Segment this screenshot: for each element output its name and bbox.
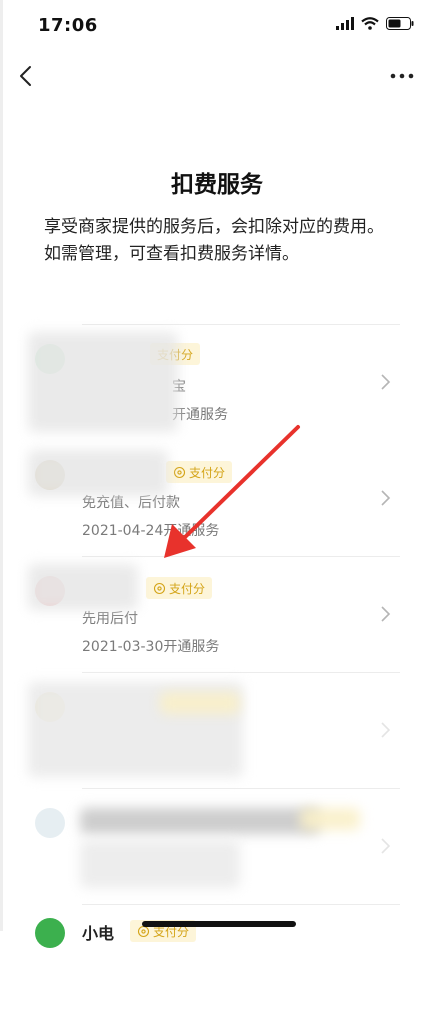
signal-icon [336,17,354,30]
page-title: 扣费服务 [171,172,263,198]
status-bar: 17:06 [0,0,434,50]
status-icons [336,17,414,30]
service-subtitle: 先用后付 [82,611,138,627]
chevron-right-icon [381,838,391,854]
row-divider [82,556,400,557]
pay-score-badge: 支付分 [146,577,213,599]
nav-bar [0,55,434,99]
chevron-right-icon [381,374,391,390]
privacy-blur [28,332,178,432]
privacy-blur [80,808,320,834]
service-item[interactable] [0,788,434,904]
pay-score-icon [153,582,166,594]
merchant-logo [35,808,65,838]
service-item[interactable] [0,672,434,788]
service-item[interactable]: 支付分 宝 开通服务 [0,324,434,440]
pay-score-badge: 支付分 [166,461,233,483]
pay-score-icon [173,466,186,478]
chevron-right-icon [381,490,391,506]
privacy-blur [28,450,168,496]
service-item[interactable]: 支付分 先用后付 2021-03-30开通服务 [0,556,434,672]
privacy-blur [80,840,240,888]
row-divider [82,788,400,789]
service-date: 2021-03-30开通服务 [82,639,220,655]
home-indicator[interactable] [142,921,296,927]
row-divider [82,324,400,325]
chevron-right-icon [381,606,391,622]
service-item[interactable]: 支付分 免充值、后付款 2021-04-24开通服务 [0,440,434,556]
privacy-blur [160,692,240,714]
more-icon[interactable] [388,61,416,91]
row-divider [82,672,400,673]
status-time: 17:06 [38,15,98,36]
merchant-logo [35,918,65,948]
row-divider [82,904,400,905]
wifi-icon [361,17,379,30]
service-date: 开通服务 [172,407,228,423]
privacy-blur [28,564,138,610]
back-icon[interactable] [14,61,38,91]
battery-icon [386,17,414,30]
service-date: 2021-04-24开通服务 [82,523,220,539]
merchant-name: 小电 [82,924,115,943]
page-description: 享受商家提供的服务后，会扣除对应的费用。如需管理，可查看扣费服务详情。 [44,217,384,264]
privacy-blur [300,808,360,830]
chevron-right-icon [381,722,391,738]
